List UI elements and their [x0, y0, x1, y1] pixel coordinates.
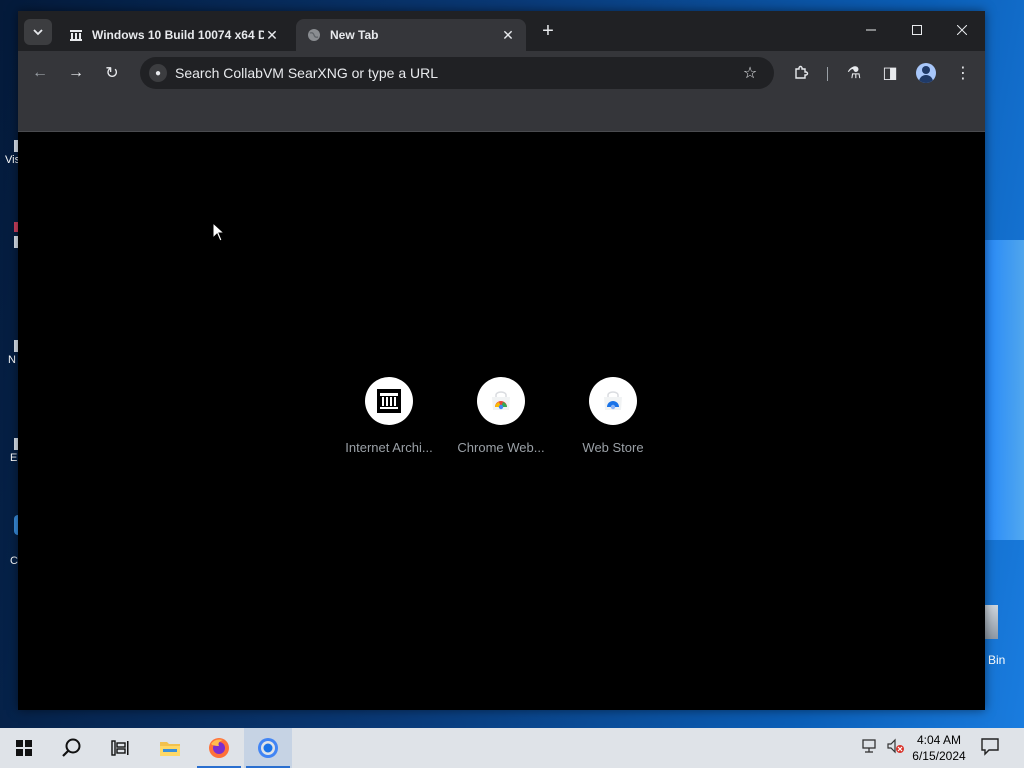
desktop-icon-2[interactable]: [0, 222, 20, 248]
shortcut-label: Web Store: [582, 440, 644, 455]
notification-icon: [981, 738, 999, 756]
desktop-icon-label: C: [10, 555, 18, 567]
side-panel-button[interactable]: ◨: [878, 61, 902, 85]
browser-window: Windows 10 Build 10074 x64 D ✕ New Tab ✕…: [18, 11, 985, 710]
clock-time: 4:04 AM: [916, 733, 962, 747]
kebab-menu-icon: ⋮: [955, 65, 971, 82]
system-clock[interactable]: 4:04 AM 6/15/2024: [905, 732, 973, 764]
menu-button[interactable]: ⋮: [951, 61, 975, 85]
reload-button[interactable]: ↻: [100, 61, 124, 85]
tab-title: Windows 10 Build 10074 x64 D: [92, 28, 264, 42]
tab-internet-archive[interactable]: Windows 10 Build 10074 x64 D ✕: [58, 19, 290, 51]
globe-icon: [306, 27, 322, 43]
omnibox[interactable]: ● Search CollabVM SearXNG or type a URL …: [140, 57, 774, 89]
shortcut-label: Chrome Web...: [457, 440, 545, 455]
start-button[interactable]: [0, 728, 48, 768]
profile-avatar-icon[interactable]: [916, 63, 936, 83]
volume-muted-icon[interactable]: [887, 738, 905, 757]
search-engine-icon: ●: [149, 64, 167, 82]
archive-icon: [68, 27, 84, 43]
desktop-icon-label: N: [8, 354, 16, 366]
shortcut-web-store[interactable]: Web Store: [557, 377, 669, 455]
shortcut-internet-archive[interactable]: Internet Archi...: [333, 377, 445, 455]
close-icon: [957, 25, 967, 35]
new-tab-button[interactable]: +: [538, 21, 558, 41]
close-window-button[interactable]: [939, 17, 985, 43]
puzzle-icon: [795, 65, 809, 79]
recycle-bin-icon: [984, 605, 998, 639]
desktop-icon-3[interactable]: N: [0, 340, 20, 366]
desktop-icon-label: E: [10, 452, 18, 464]
action-center-button[interactable]: [980, 736, 1004, 760]
mouse-cursor-icon: [212, 222, 226, 242]
task-view-icon: [111, 740, 129, 756]
bookmark-star-icon[interactable]: ☆: [740, 63, 760, 83]
back-button[interactable]: ←: [28, 61, 52, 85]
chrome-web-store-icon: [492, 391, 510, 410]
labs-button[interactable]: ⚗: [842, 61, 866, 85]
search-icon: [62, 738, 81, 757]
chrome-icon: [258, 738, 278, 758]
chrome-button[interactable]: [244, 728, 292, 768]
archive-icon: [377, 389, 401, 413]
desktop-icon-1[interactable]: Vis: [0, 140, 20, 166]
toolbar-separator: [827, 67, 828, 81]
side-panel-icon: ◨: [882, 65, 898, 82]
shortcut-chrome-web-store[interactable]: Chrome Web...: [445, 377, 557, 455]
tab-search-button[interactable]: [24, 19, 52, 45]
bookmark-bar: [18, 95, 985, 132]
close-tab-icon[interactable]: ✕: [500, 27, 516, 44]
desktop-icon-4[interactable]: E: [0, 438, 20, 464]
new-tab-page: Internet Archi... Chrome Web... Web Stor…: [18, 132, 985, 710]
flask-icon: ⚗: [846, 65, 862, 82]
shortcut-icon-circle: [365, 377, 413, 425]
extensions-button[interactable]: [789, 61, 813, 85]
reload-icon: ↻: [105, 65, 119, 82]
shortcut-icon-circle: [477, 377, 525, 425]
chrome-web-store-icon: [604, 391, 622, 410]
maximize-button[interactable]: [894, 17, 940, 43]
firefox-icon: [209, 738, 229, 758]
chevron-down-icon: [33, 29, 43, 36]
firefox-button[interactable]: [195, 728, 243, 768]
close-tab-icon[interactable]: ✕: [264, 27, 280, 44]
file-explorer-icon: [160, 742, 180, 756]
forward-button[interactable]: →: [64, 61, 88, 85]
shortcut-icon-circle: [589, 377, 637, 425]
back-arrow-icon: ←: [32, 64, 48, 81]
forward-arrow-icon: →: [68, 64, 84, 81]
search-button[interactable]: [48, 728, 96, 768]
recycle-bin-label: Bin: [988, 653, 1006, 667]
file-explorer-button[interactable]: [146, 728, 194, 768]
clock-date: 6/15/2024: [912, 749, 966, 763]
minimize-button[interactable]: [848, 17, 894, 43]
network-icon[interactable]: [862, 738, 880, 757]
tab-new-tab[interactable]: New Tab ✕: [296, 19, 526, 51]
taskbar: 4:04 AM 6/15/2024: [0, 728, 1024, 768]
desktop-light-glow: [985, 240, 1024, 540]
shortcut-label: Internet Archi...: [345, 440, 433, 455]
minimize-icon: [866, 29, 876, 31]
browser-toolbar: ← → ↻ ● Search CollabVM SearXNG or type …: [18, 51, 985, 95]
tab-title: New Tab: [330, 28, 379, 42]
omnibox-placeholder: Search CollabVM SearXNG or type a URL: [175, 65, 438, 81]
tab-strip: Windows 10 Build 10074 x64 D ✕ New Tab ✕…: [18, 11, 985, 51]
recycle-bin[interactable]: Bin: [980, 605, 1020, 667]
desktop-icon-5[interactable]: C: [0, 515, 22, 567]
windows-start-icon: [16, 740, 32, 756]
task-view-button[interactable]: [96, 728, 144, 768]
maximize-icon: [912, 25, 922, 35]
